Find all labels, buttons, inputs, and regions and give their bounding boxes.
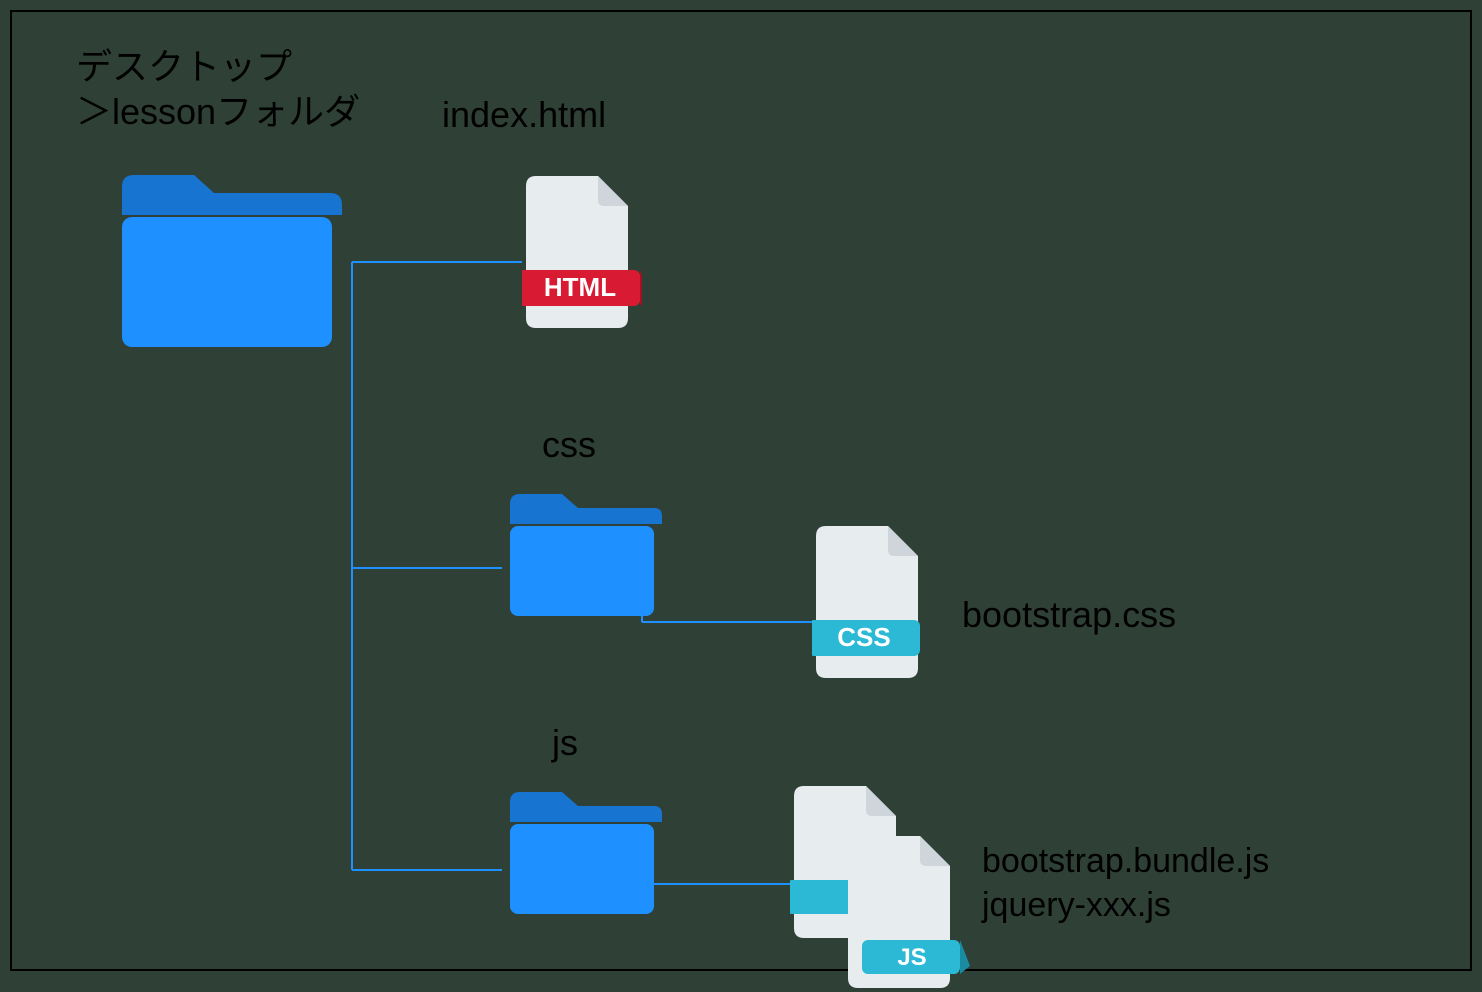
css-folder-label: css xyxy=(542,422,596,467)
file-icon-js-stack: JS xyxy=(790,782,970,992)
html-badge-text: HTML xyxy=(544,272,616,302)
diagram-canvas: デスクトップ ＞lessonフォルダ index.html HTML css C… xyxy=(10,10,1472,971)
folder-icon-js xyxy=(502,780,662,920)
js-folder-label: js xyxy=(552,720,578,765)
bootstrap-css-label: bootstrap.css xyxy=(962,592,1176,637)
bootstrap-bundle-js-label: bootstrap.bundle.js xyxy=(982,840,1269,883)
css-badge-text: CSS xyxy=(837,622,890,652)
folder-icon-css xyxy=(502,482,662,622)
root-path-label: デスクトップ ＞lessonフォルダ xyxy=(76,44,360,134)
root-line1: デスクトップ xyxy=(76,46,292,87)
file-icon-html: HTML xyxy=(522,172,642,332)
folder-icon-root xyxy=(112,157,342,357)
root-line2: ＞lessonフォルダ xyxy=(76,91,360,132)
index-html-label: index.html xyxy=(442,92,606,137)
jquery-js-label: jquery-xxx.js xyxy=(982,884,1171,927)
file-icon-css: CSS xyxy=(812,522,932,682)
js-badge-text: JS xyxy=(897,944,926,971)
